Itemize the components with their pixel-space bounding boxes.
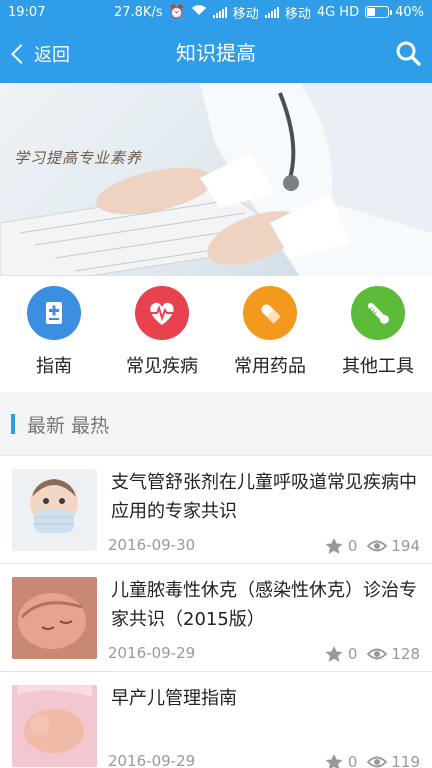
carrier-1: 移动 [232,6,259,22]
section-header: 最新 最热 [0,400,432,448]
signal-icon [212,6,227,18]
article-date: 2016-09-29 [108,752,196,768]
battery-percent: 40% [395,4,424,20]
eye-icon [367,648,388,660]
category-common-diseases[interactable]: 常见疾病 [108,276,216,392]
search-button[interactable] [394,39,422,67]
star-icon[interactable] [324,753,344,768]
star-icon[interactable] [324,645,344,663]
article-title: 支气管舒张剂在儿童呼吸道常见疾病中应用的专家共识 [111,472,417,522]
thermometer-icon [367,302,389,324]
article-meta: 0 128 [324,645,420,663]
nav-bar: 知识提高 返回 [0,24,432,83]
star-count: 0 [347,537,358,555]
carrier-2: 移动 [284,6,311,22]
category-common-drugs[interactable]: 常用药品 [216,276,324,392]
chevron-left-icon [11,43,31,64]
article-list: 支气管舒张剂在儿童呼吸道常见疾病中应用的专家共识 2016-09-30 0 19… [0,455,432,768]
section-title[interactable]: 最新 最热 [27,411,109,438]
list-item[interactable]: 支气管舒张剂在儿童呼吸道常见疾病中应用的专家共识 2016-09-30 0 19… [0,455,432,563]
alarm-icon: ⏰ [168,4,185,20]
back-button[interactable]: 返回 [8,24,70,83]
category-label: 常用药品 [234,356,306,377]
section-accent-bar [11,414,15,434]
doctor-typing-illustration [0,83,432,276]
article-title: 儿童脓毒性休克（感染性休克）诊治专家共识（2015版） [111,580,417,630]
signal-icon [264,6,279,18]
category-icon-circle [351,286,405,340]
list-item[interactable]: 儿童脓毒性休克（感染性休克）诊治专家共识（2015版） 2016-09-29 0… [0,563,432,671]
article-thumbnail [12,577,97,659]
article-meta: 0 119 [324,753,420,768]
category-icon-circle [135,286,189,340]
category-icon-circle [27,286,81,340]
battery-icon [365,6,393,18]
category-guide[interactable]: 指南 [0,276,108,392]
eye-icon [367,756,388,768]
view-count: 194 [391,537,420,555]
article-date: 2016-09-29 [108,644,196,662]
back-label: 返回 [34,44,70,66]
view-count: 119 [391,753,420,768]
star-count: 0 [347,753,358,768]
status-indicators: 27.8K/s ⏰ 移动 移动 4G HD 40% [114,3,424,22]
star-count: 0 [347,645,358,663]
article-meta: 0 194 [324,537,420,555]
wifi-icon [191,4,207,20]
battery-fill [367,8,375,16]
guide-book-icon [46,302,62,324]
banner-caption: 学习提高专业素养 [14,149,143,167]
category-label: 指南 [36,356,72,377]
network-type: 4G HD [316,4,360,20]
article-title: 早产儿管理指南 [111,688,237,709]
article-thumbnail [12,685,97,767]
category-label: 常见疾病 [126,356,198,377]
view-count: 128 [391,645,420,663]
net-speed: 27.8K/s [113,4,163,20]
article-date: 2016-09-30 [108,536,196,554]
category-other-tools[interactable]: 其他工具 [324,276,432,392]
eye-icon [367,540,388,552]
search-icon [396,41,421,66]
status-time: 19:07 [8,4,46,20]
article-thumbnail [12,469,97,551]
list-item[interactable]: 早产儿管理指南 2016-09-29 0 119 [0,671,432,768]
status-bar: 19:07 27.8K/s ⏰ 移动 移动 4G HD 40% [0,0,432,24]
category-grid: 指南 常见疾病 常用药品 其他工具 [0,276,432,392]
pill-capsule-icon [261,304,281,324]
category-icon-circle [243,286,297,340]
category-label: 其他工具 [342,356,414,377]
banner-image[interactable]: 学习提高专业素养 [0,83,432,276]
heart-pulse-icon [150,302,174,325]
star-icon[interactable] [324,537,344,555]
